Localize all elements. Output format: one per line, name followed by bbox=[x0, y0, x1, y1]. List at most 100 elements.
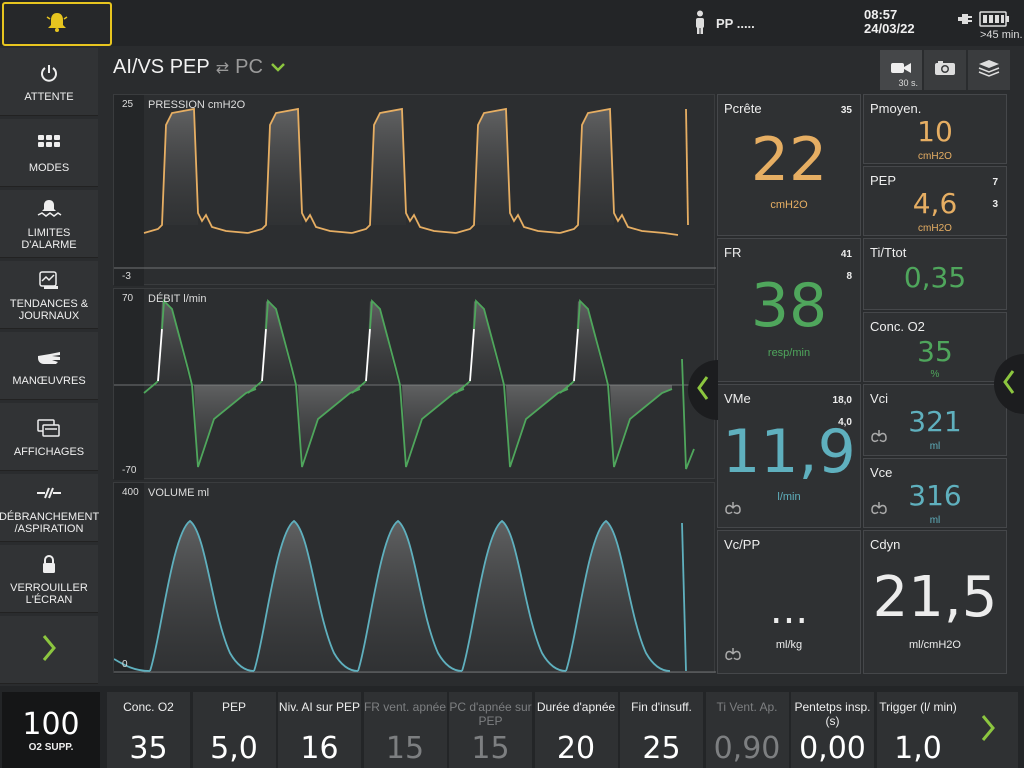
menu-item-manoeuvres[interactable]: MANŒUVRES bbox=[0, 332, 98, 400]
setting-value: 16 bbox=[300, 731, 339, 766]
tile-pep[interactable]: PEP 7 3 4,6 cmH2O bbox=[863, 166, 1007, 236]
record-duration: 30 s. bbox=[898, 78, 918, 88]
tile-pmoyen[interactable]: Pmoyen. 10 cmH2O bbox=[863, 94, 1007, 164]
menu-next-button[interactable] bbox=[0, 616, 98, 684]
settings-next-button[interactable] bbox=[958, 692, 1018, 768]
date: 24/03/22 bbox=[864, 21, 915, 36]
tile-fr[interactable]: FR 41 8 38 resp/min bbox=[717, 238, 861, 382]
displays-icon bbox=[37, 416, 61, 440]
lung-icon bbox=[724, 646, 742, 667]
setting-value: 15 bbox=[385, 731, 425, 766]
flow-curve bbox=[114, 289, 716, 480]
alt-mode: PC bbox=[235, 56, 263, 78]
layers-button[interactable] bbox=[968, 50, 1010, 90]
setting-pente[interactable]: Pentetps insp. (s) 0,00 bbox=[791, 692, 874, 768]
menu-item-lock-screen[interactable]: VERROUILLER L'ÉCRAN bbox=[0, 545, 98, 613]
power-icon bbox=[39, 61, 59, 85]
setting-label: Fin d'insuff. bbox=[631, 700, 692, 714]
top-bar: PP ..... 08:57 24/03/22 >45 min. bbox=[0, 0, 1024, 46]
o2-supp-button[interactable]: 100 O2 SUPP. bbox=[2, 692, 100, 768]
setting-value: 25 bbox=[642, 731, 681, 766]
setting-value: 15 bbox=[471, 731, 510, 766]
cdyn-value: 21,5 bbox=[872, 565, 998, 630]
flow-max: 70 bbox=[122, 293, 134, 304]
alarm-button[interactable] bbox=[2, 2, 112, 46]
flow-min: -70 bbox=[122, 465, 137, 476]
battery-icon bbox=[979, 11, 1009, 27]
flow-label: DÉBIT l/min bbox=[148, 293, 207, 305]
layers-icon bbox=[978, 59, 1000, 82]
patient-label: PP ..... bbox=[716, 16, 755, 31]
menu-item-attente[interactable]: ATTENTE bbox=[0, 48, 98, 116]
setting-label: FR vent. apnée bbox=[363, 700, 447, 714]
setting-label: Pentetps insp. (s) bbox=[794, 700, 871, 728]
volume-curve bbox=[114, 483, 716, 674]
chevron-left-icon bbox=[1002, 369, 1016, 400]
grid-icon bbox=[38, 132, 60, 156]
pressure-curve bbox=[114, 95, 716, 286]
patient-icon bbox=[694, 10, 706, 37]
ventilator-screen: PP ..... 08:57 24/03/22 >45 min. ATTENTE… bbox=[0, 0, 1024, 768]
setting-fin-insuff[interactable]: Fin d'insuff. 25 bbox=[620, 692, 703, 768]
setting-value: 35 bbox=[129, 731, 168, 766]
snapshot-button[interactable] bbox=[924, 50, 966, 90]
setting-value: 0,00 bbox=[799, 731, 866, 766]
setting-label: Durée d'apnée bbox=[536, 700, 616, 714]
bell-icon bbox=[46, 11, 68, 38]
menu-item-affichages[interactable]: AFFICHAGES bbox=[0, 403, 98, 471]
setting-pc-apnee[interactable]: PC d'apnée sur PEP 15 bbox=[449, 692, 532, 768]
disconnect-icon bbox=[36, 481, 62, 505]
plug-icon bbox=[958, 14, 972, 24]
menu-item-modes[interactable]: MODES bbox=[0, 119, 98, 187]
tile-vci[interactable]: Vci 321 ml bbox=[863, 384, 1007, 456]
setting-conc-o2[interactable]: Conc. O2 35 bbox=[107, 692, 190, 768]
setting-fr-vent-apnee[interactable]: FR vent. apnée 15 bbox=[363, 692, 447, 768]
tile-titot[interactable]: Ti/Ttot 0,35 bbox=[863, 238, 1007, 310]
vme-value: 11,9 bbox=[722, 417, 856, 487]
setting-value: 5,0 bbox=[210, 731, 258, 766]
setting-label: PEP bbox=[221, 700, 246, 714]
tile-vme[interactable]: VMe 18,0 4,0 11,9 l/min bbox=[717, 384, 861, 528]
tile-conco2[interactable]: Conc. O2 35 % bbox=[863, 312, 1007, 382]
pcrete-value: 22 bbox=[750, 125, 828, 195]
tile-cdyn[interactable]: Cdyn 21,5 ml/cmH2O bbox=[863, 530, 1007, 674]
swap-icon: ⇄ bbox=[215, 59, 230, 77]
menu-item-trends[interactable]: TENDANCES & JOURNAUX bbox=[0, 261, 98, 329]
o2-supp-value: 100 bbox=[22, 707, 80, 742]
tile-vce[interactable]: Vce 316 ml bbox=[863, 458, 1007, 528]
lung-icon bbox=[870, 428, 888, 449]
setting-label: Trigger (l/ min) bbox=[879, 700, 957, 714]
setting-trigger[interactable]: Trigger (l/ min) 1,0 bbox=[876, 692, 960, 768]
setting-ti-vent-ap[interactable]: Ti Vent. Ap. 0,90 bbox=[705, 692, 789, 768]
lock-icon bbox=[41, 552, 57, 576]
chevron-right-icon bbox=[980, 714, 996, 747]
volume-label: VOLUME ml bbox=[148, 487, 210, 499]
setting-label: PC d'apnée sur PEP bbox=[449, 700, 532, 728]
menu-item-alarm-limits[interactable]: LIMITES D'ALARME bbox=[0, 190, 98, 258]
setting-value: 1,0 bbox=[894, 731, 942, 766]
tile-vcpp[interactable]: Vc/PP ... ml/kg bbox=[717, 530, 861, 674]
volume-max: 400 bbox=[122, 487, 139, 498]
record-video-button[interactable]: 30 s. bbox=[880, 50, 922, 90]
pressure-label: PRESSION cmH2O bbox=[148, 99, 246, 111]
setting-duree-apnee[interactable]: Durée d'apnée 20 bbox=[534, 692, 618, 768]
setting-niv-ai[interactable]: Niv. AI sur PEP 16 bbox=[278, 692, 361, 768]
volume-waveform: 400 VOLUME ml 0 bbox=[113, 482, 716, 674]
patient-info[interactable]: PP ..... bbox=[694, 10, 755, 37]
chevron-left-icon bbox=[696, 375, 710, 406]
chevron-right-icon bbox=[41, 634, 57, 665]
mode-selector[interactable]: AI/VS PEP ⇄ PC bbox=[113, 56, 287, 79]
record-buttons: 30 s. bbox=[880, 50, 1010, 90]
trends-icon bbox=[38, 268, 60, 292]
battery-time: >45 min. bbox=[980, 29, 1023, 41]
menu-item-disconnect[interactable]: DÉBRANCHEMENT /ASPIRATION bbox=[0, 474, 99, 542]
setting-pep[interactable]: PEP 5,0 bbox=[192, 692, 276, 768]
volume-min: 0 bbox=[122, 659, 128, 670]
pressure-waveform: 25 PRESSION cmH2O -3 bbox=[113, 94, 716, 286]
tile-pcrete[interactable]: Pcrête 35 22 cmH2O bbox=[717, 94, 861, 236]
setting-value: 0,90 bbox=[713, 731, 781, 766]
alarm-limits-icon bbox=[36, 197, 62, 221]
setting-label: Ti Vent. Ap. bbox=[716, 700, 778, 714]
flow-waveform: 70 DÉBIT l/min -70 bbox=[113, 288, 716, 480]
camera-icon bbox=[934, 60, 956, 81]
